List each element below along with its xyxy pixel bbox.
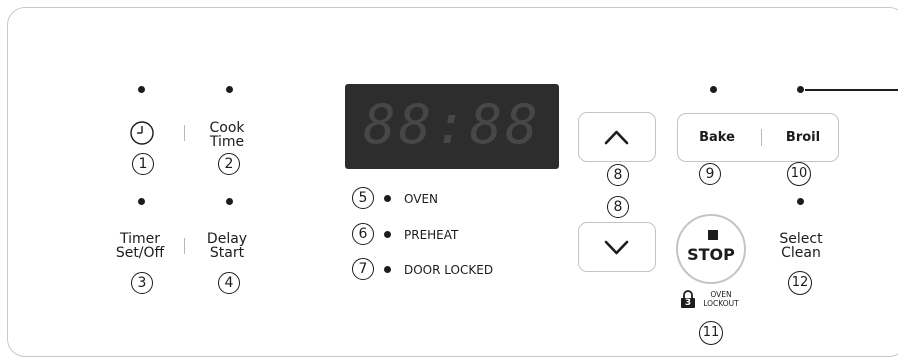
delay-start-label-1: Delay: [206, 231, 248, 247]
cook-time-label-2: Time: [209, 134, 245, 150]
indicator-dot-cook-time: [226, 86, 233, 93]
door-locked-indicator-dot: [384, 266, 391, 273]
callout-9: 9: [699, 163, 721, 185]
cook-time-label-1: Cook: [209, 120, 245, 136]
control-panel: [7, 7, 898, 357]
indicator-dot-delay-start: [226, 198, 233, 205]
oven-lockout-label: OVEN LOCKOUT: [696, 290, 746, 308]
select-clean-label-2: Clean: [781, 245, 821, 261]
clock-button[interactable]: [120, 118, 164, 152]
preheat-indicator-dot: [384, 231, 391, 238]
indicator-dot-clock: [138, 86, 145, 93]
callout-12: 12: [788, 271, 812, 295]
separator: [184, 238, 185, 254]
preheat-indicator-label: PREHEAT: [404, 228, 459, 242]
separator: [761, 129, 762, 146]
delay-start-button[interactable]: Delay Start: [202, 232, 252, 260]
select-clean-button[interactable]: Select Clean: [770, 232, 832, 260]
timer-label-2: Set/Off: [115, 245, 165, 261]
callout-7: 7: [352, 258, 374, 280]
delay-start-label-2: Start: [209, 245, 245, 261]
callout-2: 2: [218, 153, 240, 175]
callout-10: 10: [787, 162, 811, 186]
stop-button[interactable]: STOP: [676, 214, 746, 284]
timer-label-1: Timer: [119, 231, 161, 247]
broil-button[interactable]: Broil: [774, 131, 832, 145]
broil-indicator-dot: [797, 86, 804, 93]
up-arrow-button[interactable]: [578, 112, 656, 162]
bake-broil-button-group: Bake Broil: [677, 113, 839, 162]
cook-time-button[interactable]: Cook Time: [204, 121, 250, 149]
callout-11: 11: [699, 321, 723, 345]
leader-line: [805, 89, 898, 91]
chevron-up-icon: [604, 130, 629, 145]
callout-5: 5: [352, 187, 374, 209]
bake-button[interactable]: Bake: [688, 131, 746, 145]
select-clean-label-1: Select: [779, 231, 823, 247]
select-clean-indicator-dot: [797, 198, 804, 205]
clock-icon: [130, 121, 154, 145]
callout-3: 3: [131, 272, 153, 294]
oven-indicator-dot: [384, 195, 391, 202]
callout-4: 4: [218, 272, 240, 294]
callout-1: 1: [132, 153, 154, 175]
stop-square-icon: [708, 230, 718, 240]
lockout-label-2: LOCKOUT: [703, 298, 739, 308]
stop-label: STOP: [687, 245, 735, 264]
callout-6: 6: [352, 223, 374, 245]
display-digits: 88:88: [363, 93, 541, 156]
down-arrow-button[interactable]: [578, 222, 656, 272]
indicator-dot-timer: [138, 198, 145, 205]
chevron-down-icon: [604, 240, 629, 255]
timer-button[interactable]: Timer Set/Off: [110, 232, 170, 260]
oven-indicator-label: OVEN: [404, 192, 439, 206]
callout-8-down: 8: [607, 196, 629, 218]
lockout-badge-number: 3: [684, 298, 692, 308]
clock-display: 88:88: [345, 84, 559, 169]
door-locked-indicator-label: DOOR LOCKED: [404, 263, 494, 277]
lock-icon: 3: [680, 290, 696, 308]
bake-indicator-dot: [710, 86, 717, 93]
callout-8-up: 8: [607, 164, 629, 186]
separator: [184, 125, 185, 141]
